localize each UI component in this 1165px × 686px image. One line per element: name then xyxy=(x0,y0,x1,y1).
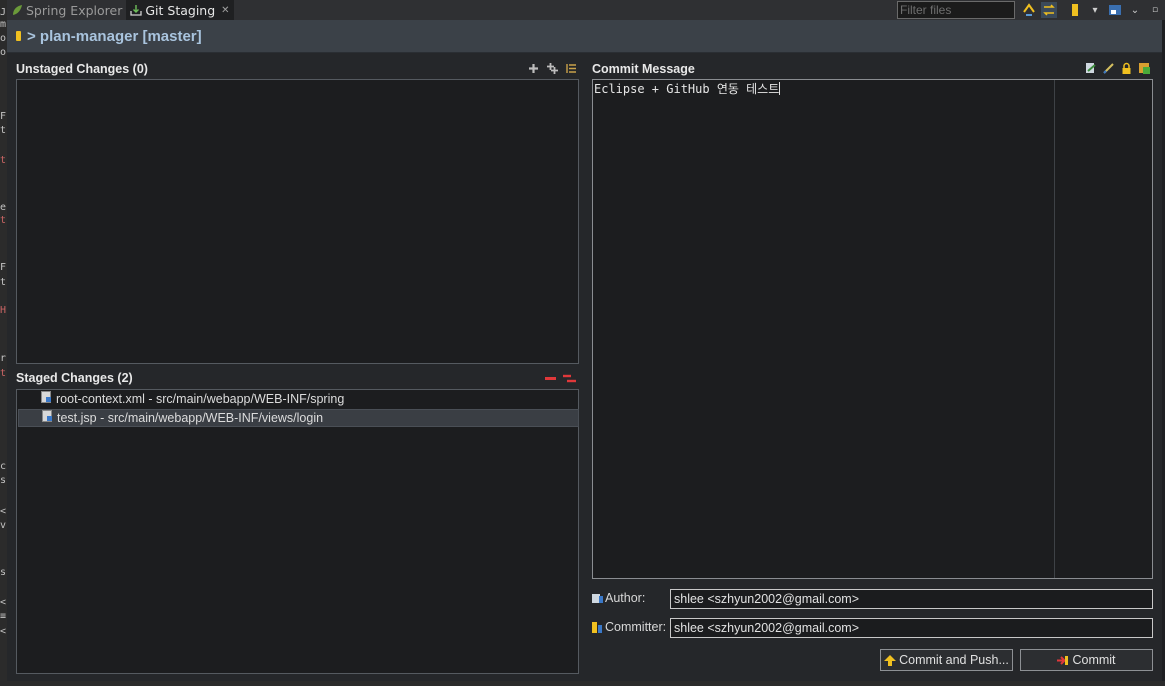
close-icon[interactable]: ✕ xyxy=(221,5,229,16)
author-label-text: Author: xyxy=(605,591,646,605)
repository-icon[interactable] xyxy=(1067,2,1083,18)
chevron-down-icon[interactable]: ▾ xyxy=(1087,2,1103,18)
tab-spring-explorer[interactable]: Spring Explorer xyxy=(7,0,126,20)
minimize-icon[interactable]: ▫ xyxy=(1147,2,1163,18)
commit-and-push-label: Commit and Push... xyxy=(899,653,1009,667)
staged-changes-list[interactable]: root-context.xml - src/main/webapp/WEB-I… xyxy=(16,389,579,674)
committer-label: Committer: xyxy=(592,620,666,634)
file-icon xyxy=(41,391,51,403)
view-tab-bar: Spring Explorer Git Staging ✕ Filter fil… xyxy=(7,0,1165,20)
refresh-icon[interactable] xyxy=(1021,2,1037,18)
staging-main: Unstaged Changes (0) Staged Changes (2) xyxy=(7,53,1162,681)
push-icon xyxy=(884,654,897,666)
repository-title: > plan-manager [master] xyxy=(27,27,202,45)
add-all-to-index-icon[interactable] xyxy=(546,62,559,75)
commit-message-text[interactable]: Eclipse + GitHub 연동 테스트 xyxy=(594,81,781,97)
text-caret xyxy=(779,82,781,95)
git-staging-icon xyxy=(130,4,143,16)
committer-icon xyxy=(592,621,603,633)
repository-header: > plan-manager [master] xyxy=(7,20,1162,53)
file-label: root-context.xml - src/main/webapp/WEB-I… xyxy=(56,392,345,406)
author-field[interactable]: shlee <szhyun2002@gmail.com> xyxy=(670,589,1153,609)
tab-label: Spring Explorer xyxy=(26,2,123,18)
commit-icon xyxy=(1057,655,1069,666)
unstaged-changes-title: Unstaged Changes (0) xyxy=(16,62,148,76)
margin-ruler xyxy=(1054,80,1055,578)
staged-changes-title: Staged Changes (2) xyxy=(16,371,133,385)
filter-files-input[interactable]: Filter files xyxy=(897,1,1015,19)
remove-all-from-index-icon[interactable] xyxy=(563,372,576,385)
add-to-index-icon[interactable] xyxy=(527,62,540,75)
editor-edge: Jmoo Ftt et FtH rt c s < v s < ≡ < xyxy=(0,0,7,686)
remove-from-index-icon[interactable] xyxy=(544,372,557,385)
amend-icon[interactable] xyxy=(1084,62,1097,75)
view-toolbar: Filter files ▾ ⌄ ▫ xyxy=(897,0,1165,20)
list-item[interactable]: test.jsp - src/main/webapp/WEB-INF/views… xyxy=(18,409,579,427)
compare-mode-icon[interactable] xyxy=(1041,2,1057,18)
add-change-id-icon[interactable] xyxy=(1138,62,1151,75)
sign-off-icon[interactable] xyxy=(1102,62,1115,75)
lock-icon[interactable] xyxy=(1120,62,1133,75)
spring-leaf-icon xyxy=(11,4,23,16)
editor-bottom-edge xyxy=(7,681,1165,686)
list-item[interactable]: root-context.xml - src/main/webapp/WEB-I… xyxy=(18,390,577,408)
file-label: test.jsp - src/main/webapp/WEB-INF/views… xyxy=(57,411,324,425)
committer-field[interactable]: shlee <szhyun2002@gmail.com> xyxy=(670,618,1153,638)
commit-message-editor[interactable]: Eclipse + GitHub 연동 테스트 xyxy=(592,79,1153,579)
tree-presentation-icon[interactable] xyxy=(565,62,578,75)
commit-and-push-button[interactable]: Commit and Push... xyxy=(880,649,1013,671)
unstaged-changes-list[interactable] xyxy=(16,79,579,364)
tab-git-staging[interactable]: Git Staging ✕ xyxy=(126,0,234,20)
commit-button[interactable]: Commit xyxy=(1020,649,1153,671)
commit-message-title: Commit Message xyxy=(592,62,695,76)
staged-toolbar xyxy=(544,372,576,385)
file-icon xyxy=(42,410,52,422)
unstaged-toolbar xyxy=(527,62,578,75)
repository-icon xyxy=(16,31,21,41)
commit-label: Commit xyxy=(1072,653,1116,667)
author-icon xyxy=(592,593,603,604)
git-staging-window: Jmoo Ftt et FtH rt c s < v s < ≡ < Spring Exp… xyxy=(0,0,1165,686)
tab-label: Git Staging xyxy=(145,2,216,18)
view-menu-icon[interactable]: ⌄ xyxy=(1127,2,1143,18)
commit-toolbar xyxy=(1084,62,1151,75)
author-label: Author: xyxy=(592,591,645,605)
committer-label-text: Committer: xyxy=(605,620,667,634)
presentation-icon[interactable] xyxy=(1107,2,1123,18)
commit-message-value: Eclipse + GitHub 연동 테스트 xyxy=(594,82,780,96)
